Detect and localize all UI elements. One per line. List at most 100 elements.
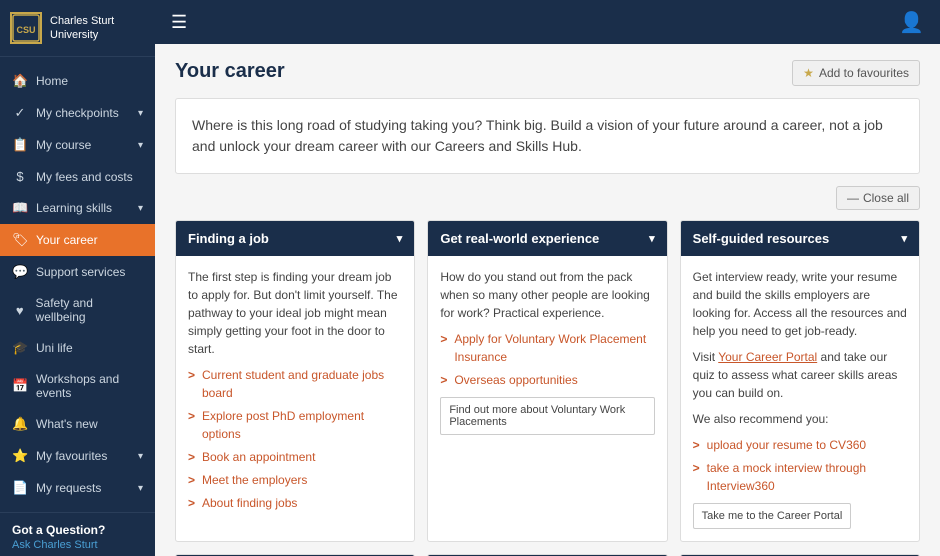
card-link[interactable]: Current student and graduate jobs board [188, 366, 402, 402]
intro-text: Where is this long road of studying taki… [192, 115, 903, 157]
user-profile-icon[interactable]: 👤 [899, 12, 924, 34]
sidebar-bottom: Got a Question? Ask Charles Sturt 🔍 [0, 512, 155, 556]
learning-skills-icon: 📖 [12, 200, 28, 216]
add-to-favourites-label: Add to favourites [819, 66, 909, 80]
card-body-text: How do you stand out from the pack when … [440, 268, 654, 322]
csu-logo-icon: CSU [10, 12, 42, 44]
chevron-down-icon: ▾ [649, 232, 655, 245]
close-all-bar: — Close all [175, 186, 920, 210]
sidebar-item-my-checkpoints[interactable]: ✓ My checkpoints ▾ [0, 97, 155, 129]
sidebar-item-workshops-events[interactable]: 📅 Workshops and events [0, 364, 155, 408]
your-career-icon: 🏷 [12, 232, 28, 248]
close-all-button[interactable]: — Close all [836, 186, 920, 210]
sidebar-item-label: My favourites [36, 449, 107, 463]
card-link[interactable]: Apply for Voluntary Work Placement Insur… [440, 330, 654, 366]
card-body-finding-job: The first step is finding your dream job… [176, 256, 414, 529]
card-body-self-guided: Get interview ready, write your resume a… [681, 256, 919, 541]
card-body-real-world: How do you stand out from the pack when … [428, 256, 666, 447]
content-area: Your career ★ Add to favourites Where is… [155, 44, 940, 556]
sidebar-item-label: My checkpoints [36, 106, 119, 120]
recommend-text: We also recommend you: [693, 410, 907, 428]
chevron-icon: ▾ [138, 140, 143, 151]
sidebar: CSU Charles Sturt University 🏠 Home ✓ My… [0, 0, 155, 556]
sidebar-item-label: My course [36, 138, 91, 152]
sidebar-item-label: Support services [36, 265, 125, 279]
card-link[interactable]: About finding jobs [188, 494, 402, 512]
card-link[interactable]: Overseas opportunities [440, 371, 654, 389]
card-title: Self-guided resources [693, 231, 830, 246]
sidebar-item-label: My fees and costs [36, 170, 133, 184]
sidebar-item-my-favourites[interactable]: ⭐ My favourites ▾ [0, 440, 155, 472]
sidebar-item-label: Safety and wellbeing [36, 296, 143, 324]
close-all-label: Close all [863, 191, 909, 205]
sidebar-item-whats-new[interactable]: 🔔 What's new [0, 408, 155, 440]
chevron-down-icon: ▾ [901, 232, 907, 245]
card-self-guided: Self-guided resources ▾ Get interview re… [680, 220, 920, 542]
sidebar-item-my-fees[interactable]: $ My fees and costs [0, 161, 155, 192]
chevron-icon: ▾ [138, 108, 143, 119]
sidebar-item-label: My requests [36, 481, 101, 495]
sidebar-item-label: Workshops and events [36, 372, 143, 400]
card-finding-job: Finding a job ▾ The first step is findin… [175, 220, 415, 542]
card-header-real-world[interactable]: Get real-world experience ▾ [428, 221, 666, 256]
card-real-world: Get real-world experience ▾ How do you s… [427, 220, 667, 542]
card-header-finding-job[interactable]: Finding a job ▾ [176, 221, 414, 256]
my-favourites-icon: ⭐ [12, 448, 28, 464]
card-title: Get real-world experience [440, 231, 599, 246]
my-fees-icon: $ [12, 169, 28, 184]
sidebar-item-label: Uni life [36, 341, 73, 355]
my-requests-icon: 📄 [12, 480, 28, 496]
chevron-icon: ▾ [138, 203, 143, 214]
top-bar-right: 👤 [899, 10, 924, 35]
sidebar-item-label: What's new [36, 417, 98, 431]
card-grid: Finding a job ▾ The first step is findin… [175, 220, 920, 556]
chevron-icon: ▾ [138, 451, 143, 462]
sidebar-item-support-services[interactable]: 💬 Support services [0, 256, 155, 288]
minus-icon: — [847, 191, 859, 205]
sidebar-item-my-requests[interactable]: 📄 My requests ▾ [0, 472, 155, 504]
card-title: Finding a job [188, 231, 269, 246]
whats-new-icon: 🔔 [12, 416, 28, 432]
sidebar-item-my-course[interactable]: 📋 My course ▾ [0, 129, 155, 161]
sidebar-item-your-career[interactable]: 🏷 Your career [0, 224, 155, 256]
workshops-events-icon: 📅 [12, 378, 28, 394]
chevron-icon: ▾ [138, 483, 143, 494]
top-bar: ☰ 👤 [155, 0, 940, 44]
sidebar-item-label: Your career [36, 233, 98, 247]
card-link[interactable]: Explore post PhD employment options [188, 407, 402, 443]
hamburger-icon[interactable]: ☰ [171, 12, 187, 33]
portal-text1: Visit Your Career Portal and take our qu… [693, 348, 907, 402]
card-link[interactable]: take a mock interview through Interview3… [693, 459, 907, 495]
my-course-icon: 📋 [12, 137, 28, 153]
uni-life-icon: 🎓 [12, 340, 28, 356]
page-header: Your career ★ Add to favourites [175, 60, 920, 86]
svg-text:CSU: CSU [16, 25, 35, 35]
sidebar-item-uni-life[interactable]: 🎓 Uni life [0, 332, 155, 364]
intro-box: Where is this long road of studying taki… [175, 98, 920, 174]
university-name: Charles Sturt University [50, 14, 114, 43]
card-button[interactable]: Take me to the Career Portal [693, 503, 852, 529]
ask-charles-sturt-link[interactable]: Ask Charles Sturt [12, 539, 143, 551]
card-body-text: The first step is finding your dream job… [188, 268, 402, 358]
card-link[interactable]: Meet the employers [188, 471, 402, 489]
home-icon: 🏠 [12, 73, 28, 89]
card-link[interactable]: Book an appointment [188, 448, 402, 466]
sidebar-navigation: 🏠 Home ✓ My checkpoints ▾ 📋 My course ▾ … [0, 57, 155, 512]
card-header-self-guided[interactable]: Self-guided resources ▾ [681, 221, 919, 256]
card-link[interactable]: upload your resume to CV360 [693, 436, 907, 454]
card-button[interactable]: Find out more about Voluntary Work Place… [440, 397, 654, 435]
sidebar-item-label: Learning skills [36, 201, 112, 215]
sidebar-logo: CSU Charles Sturt University [0, 0, 155, 57]
star-icon: ★ [803, 66, 814, 80]
sidebar-item-safety-wellbeing[interactable]: ♥ Safety and wellbeing [0, 288, 155, 332]
sidebar-item-home[interactable]: 🏠 Home [0, 65, 155, 97]
add-to-favourites-button[interactable]: ★ Add to favourites [792, 60, 920, 86]
got-a-question-label: Got a Question? [12, 523, 143, 537]
my-checkpoints-icon: ✓ [12, 105, 28, 121]
career-portal-link[interactable]: Your Career Portal [718, 350, 817, 364]
sidebar-item-learning-skills[interactable]: 📖 Learning skills ▾ [0, 192, 155, 224]
chevron-down-icon: ▾ [397, 232, 403, 245]
page-title: Your career [175, 60, 285, 83]
support-services-icon: 💬 [12, 264, 28, 280]
main-content: ☰ 👤 Your career ★ Add to favourites Wher… [155, 0, 940, 556]
